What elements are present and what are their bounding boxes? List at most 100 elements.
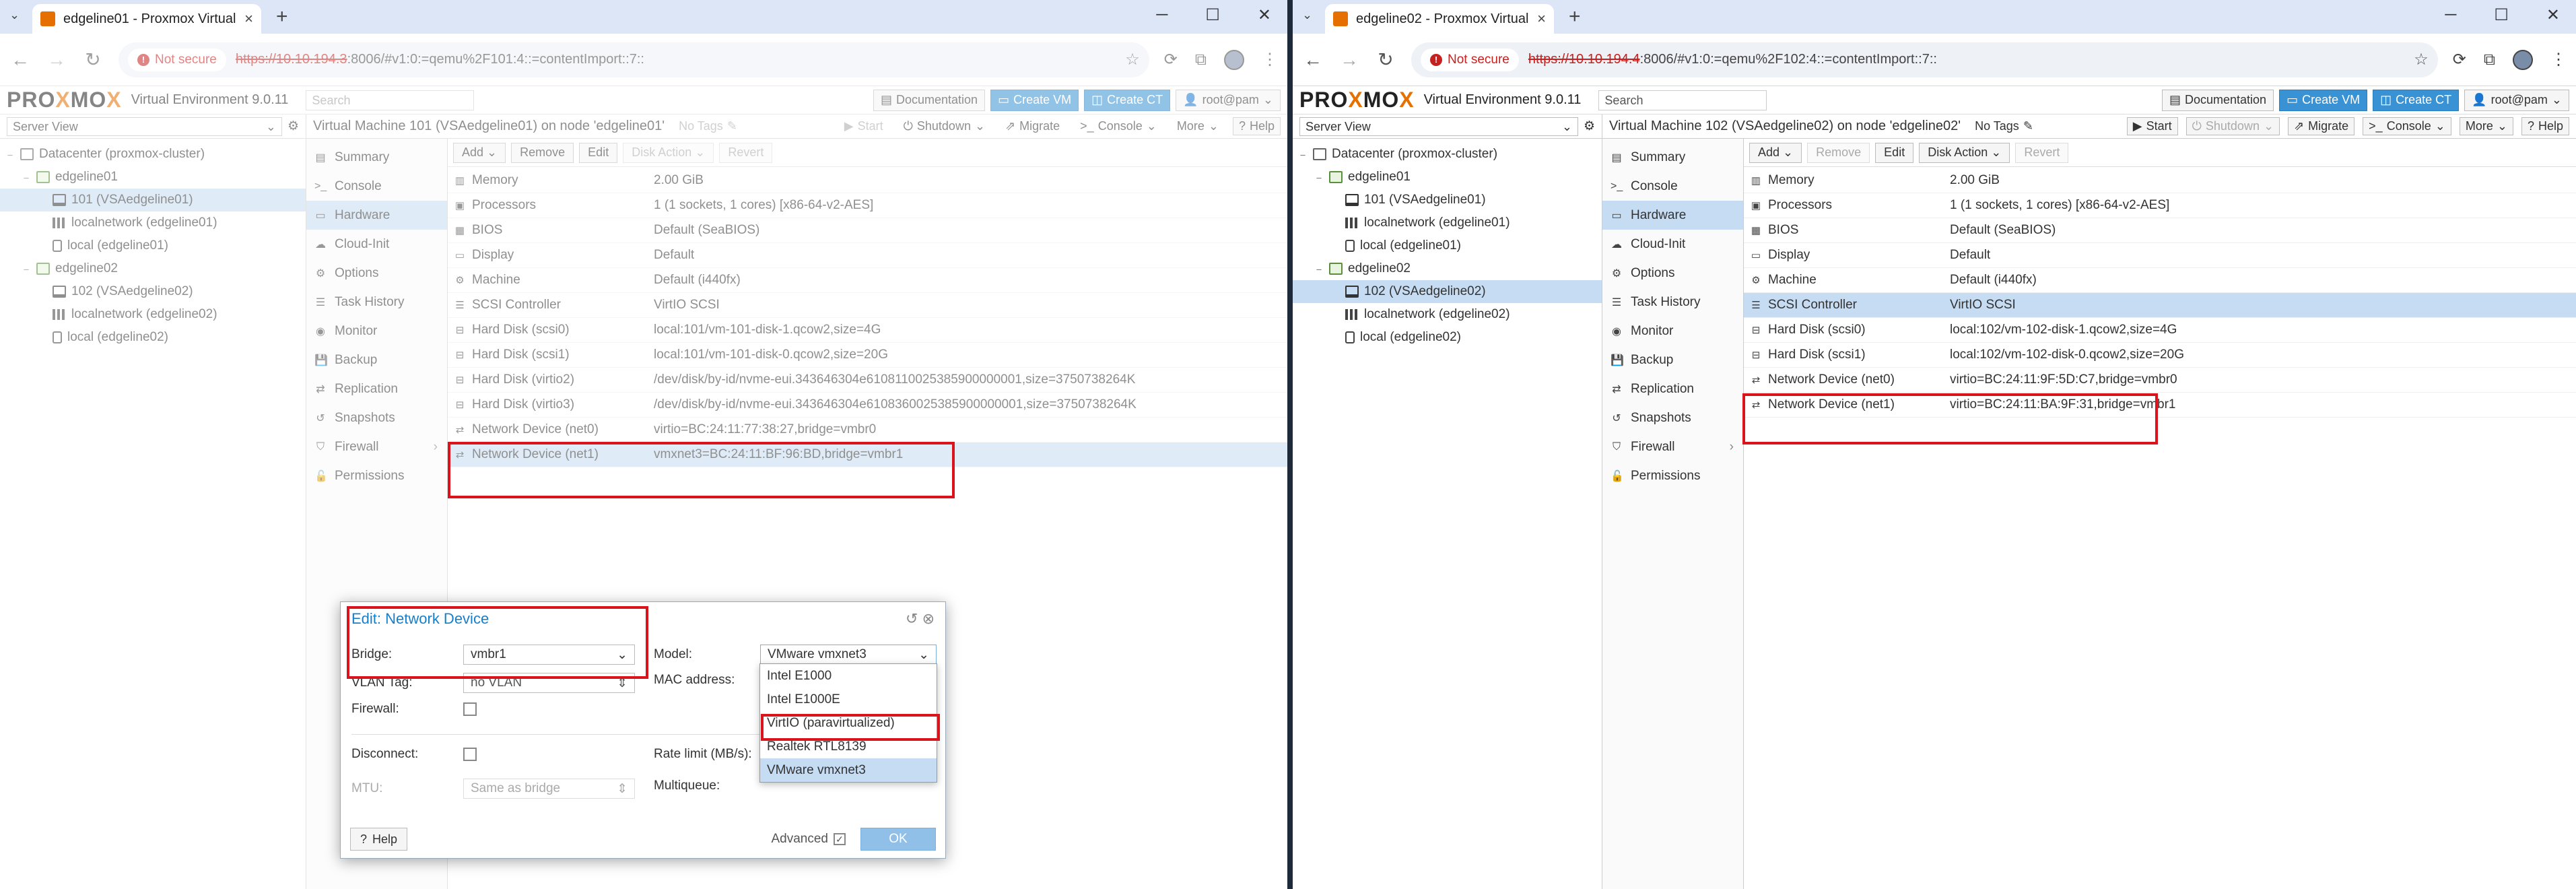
not-secure-badge[interactable]: ! Not secure (1421, 48, 1519, 71)
table-row[interactable]: ⇄ Network Device (net0) virtio=BC:24:11:77… (448, 418, 1287, 442)
create-ct-button[interactable]: ◫ Create CT (1084, 89, 1171, 111)
forward-icon[interactable]: → (46, 49, 67, 71)
bookmark-star-icon[interactable]: ☆ (2414, 50, 2429, 69)
console-button[interactable]: >_ Console ⌄ (1074, 117, 1163, 135)
shutdown-button[interactable]: ⏻ Shutdown ⌄ (897, 117, 991, 135)
expand-toggle-icon[interactable]: – (1314, 264, 1324, 274)
help-button[interactable]: ? Help (1232, 117, 1281, 135)
revert-button[interactable]: Revert (719, 142, 773, 163)
table-row[interactable]: ⊟ Hard Disk (scsi1) local:101/vm-101-disk-… (448, 343, 1287, 368)
menu-item-options[interactable]: ⚙ Options (1602, 259, 1743, 288)
puzzle-icon[interactable]: ⧉ (2484, 51, 2495, 69)
menu-item-backup[interactable]: 💾 Backup (1602, 345, 1743, 374)
table-row[interactable]: ▭ Display Default (1744, 243, 2576, 268)
menu-item-hardware[interactable]: ▭ Hardware (306, 201, 447, 230)
search-input[interactable]: Search (1598, 90, 1767, 110)
model-option[interactable]: VMware vmxnet3 (760, 758, 937, 782)
tree-node-node[interactable]: – edgeline01 (1293, 166, 1602, 189)
tree-node-st[interactable]: local (edgeline02) (1293, 326, 1602, 349)
user-menu-button[interactable]: 👤 root@pam ⌄ (2464, 89, 2569, 111)
menu-item-firewall[interactable]: ⛉ Firewall › (306, 432, 447, 461)
edit-button[interactable]: Edit (1875, 142, 1914, 163)
menu-item-backup[interactable]: 💾 Backup (306, 345, 447, 374)
start-button[interactable]: ▶ Start (2126, 117, 2178, 135)
close-window-icon[interactable]: ✕ (2546, 5, 2560, 25)
start-button[interactable]: ▶ Start (838, 117, 889, 135)
help-button[interactable]: ? Help (2521, 117, 2569, 135)
table-row[interactable]: ⚙ Machine Default (i440fx) (1744, 268, 2576, 293)
tree-node-st[interactable]: local (edgeline02) (0, 326, 306, 349)
reload-icon[interactable]: ↻ (1375, 48, 1396, 71)
url-text[interactable]: https://10.10.194.4:8006/#v1:0:=qemu%2F1… (1528, 52, 1937, 67)
menu-item-permissions[interactable]: 🔓 Permissions (1602, 461, 1743, 490)
tree-node-dc[interactable]: – Datacenter (proxmox-cluster) (0, 143, 306, 166)
disk-action-button[interactable]: Disk Action ⌄ (1919, 142, 2010, 163)
server-view-select[interactable]: Server View ⌄ (7, 117, 282, 136)
add-button[interactable]: Add ⌄ (1749, 142, 1802, 163)
expand-toggle-icon[interactable]: – (1298, 150, 1308, 160)
disk-action-button[interactable]: Disk Action ⌄ (623, 142, 714, 163)
console-button[interactable]: >_ Console ⌄ (2363, 117, 2451, 135)
maximize-icon[interactable]: ☐ (1205, 5, 1220, 25)
create-vm-button[interactable]: ▭ Create VM (990, 89, 1079, 111)
no-tags-button[interactable]: No Tags ✎ (1969, 117, 2039, 135)
menu-item-summary[interactable]: ▤ Summary (306, 143, 447, 172)
more-button[interactable]: More ⌄ (1171, 117, 1225, 135)
tree-node-node[interactable]: – edgeline01 (0, 166, 306, 189)
disconnect-checkbox[interactable] (463, 748, 477, 761)
reload-icon[interactable]: ↻ (82, 48, 104, 71)
menu-item-summary[interactable]: ▤ Summary (1602, 143, 1743, 172)
tree-node-vm[interactable]: 101 (VSAedgeline01) (1293, 189, 1602, 211)
table-row[interactable]: ▣ Processors 1 (1 sockets, 1 cores) [x86-6… (448, 193, 1287, 218)
tree-node-net[interactable]: localnetwork (edgeline02) (1293, 303, 1602, 326)
profile-avatar[interactable] (2513, 49, 2533, 70)
puzzle-icon[interactable]: ⧉ (1195, 51, 1207, 69)
close-window-icon[interactable]: ✕ (1258, 5, 1271, 25)
mtu-field[interactable]: Same as bridge ⇕ (463, 779, 635, 799)
table-row[interactable]: ⊟ Hard Disk (virtio2) /dev/disk/by-id/nvme… (448, 368, 1287, 393)
table-row[interactable]: ☰ SCSI Controller VirtIO SCSI (1744, 293, 2576, 318)
menu-item-snapshots[interactable]: ↺ Snapshots (1602, 403, 1743, 432)
url-text[interactable]: https://10.10.194.3:8006/#v1:0:=qemu%2F1… (236, 52, 644, 67)
tree-node-st[interactable]: local (edgeline01) (1293, 234, 1602, 257)
menu-item-task-history[interactable]: ☰ Task History (1602, 288, 1743, 317)
dialog-help-button[interactable]: ? Help (350, 828, 408, 851)
table-row[interactable]: ▥ Memory 2.00 GiB (1744, 168, 2576, 193)
menu-item-monitor[interactable]: ◉ Monitor (306, 317, 447, 345)
user-menu-button[interactable]: 👤 root@pam ⌄ (1176, 89, 1281, 111)
expand-toggle-icon[interactable]: – (22, 264, 31, 274)
profile-avatar[interactable] (1224, 49, 1244, 70)
model-select[interactable]: VMware vmxnet3 ⌄ (760, 645, 937, 665)
remove-button[interactable]: Remove (511, 142, 574, 163)
kebab-menu-icon[interactable]: ⋮ (2550, 50, 2567, 69)
expand-toggle-icon[interactable]: – (22, 172, 31, 183)
menu-item-permissions[interactable]: 🔓 Permissions (306, 461, 447, 490)
model-option[interactable]: Intel E1000 (760, 664, 937, 688)
close-icon[interactable]: ⊗ (922, 610, 935, 627)
menu-item-options[interactable]: ⚙ Options (306, 259, 447, 288)
table-row[interactable]: ▥ Memory 2.00 GiB (448, 168, 1287, 193)
revert-button[interactable]: Revert (2015, 142, 2069, 163)
tree-node-vm[interactable]: 102 (VSAedgeline02) (1293, 280, 1602, 303)
new-tab-icon[interactable]: + (1569, 5, 1581, 28)
tree-node-net[interactable]: localnetwork (edgeline01) (1293, 211, 1602, 234)
gear-icon[interactable]: ⚙ (287, 119, 299, 134)
table-row[interactable]: ⊟ Hard Disk (scsi0) local:102/vm-102-disk-… (1744, 318, 2576, 343)
table-row[interactable]: ⇄ Network Device (net0) virtio=BC:24:11:9F… (1744, 368, 2576, 393)
tree-node-node[interactable]: – edgeline02 (1293, 257, 1602, 280)
server-view-select[interactable]: Server View ⌄ (1299, 117, 1578, 136)
model-option[interactable]: Intel E1000E (760, 688, 937, 711)
menu-item-cloud-init[interactable]: ☁ Cloud-Init (1602, 230, 1743, 259)
firewall-checkbox[interactable] (463, 702, 477, 716)
gear-icon[interactable]: ⚙ (1584, 119, 1595, 134)
restore-icon[interactable]: ↺ (906, 610, 918, 627)
table-row[interactable]: ⊟ Hard Disk (scsi1) local:102/vm-102-disk-… (1744, 343, 2576, 368)
table-row[interactable]: ▣ Processors 1 (1 sockets, 1 cores) [x86-6… (1744, 193, 2576, 218)
back-icon[interactable]: ← (9, 49, 31, 71)
expand-toggle-icon[interactable]: – (5, 150, 15, 160)
menu-item-monitor[interactable]: ◉ Monitor (1602, 317, 1743, 345)
bookmark-star-icon[interactable]: ☆ (1125, 50, 1140, 69)
documentation-button[interactable]: ▤ Documentation (873, 89, 986, 111)
more-button[interactable]: More ⌄ (2459, 117, 2513, 135)
shutdown-button[interactable]: ⏻ Shutdown ⌄ (2185, 117, 2280, 135)
